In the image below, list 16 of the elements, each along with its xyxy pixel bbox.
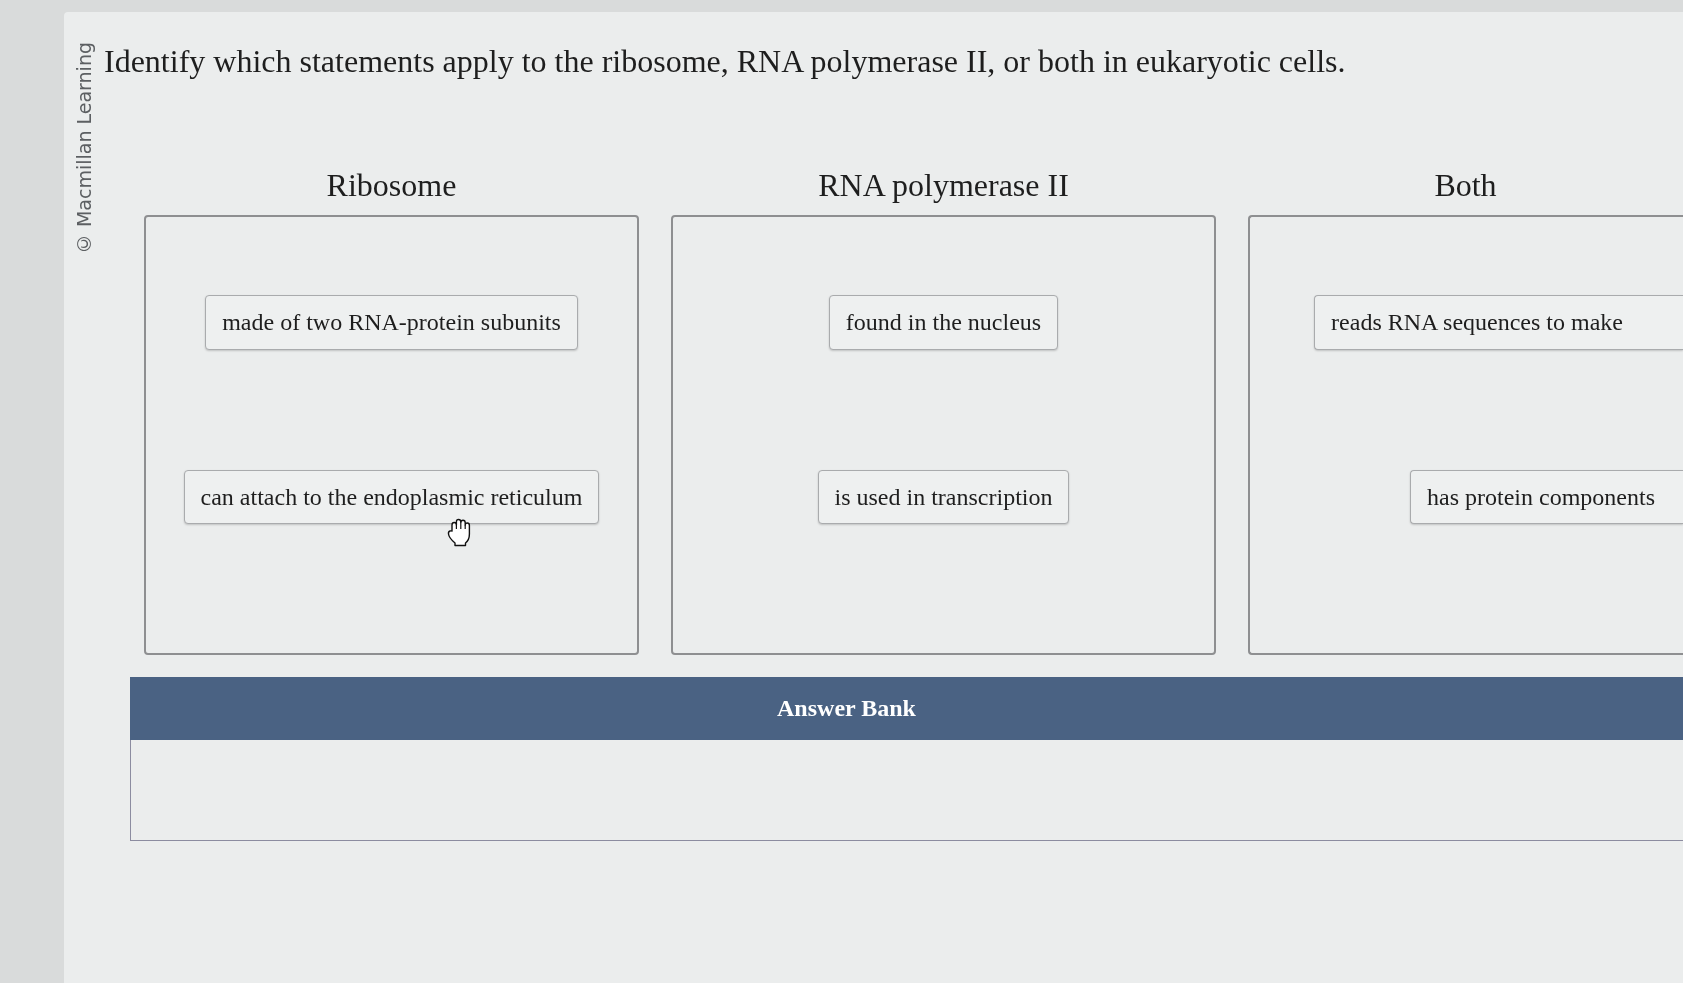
answer-bank-header: Answer Bank <box>130 676 1683 740</box>
answer-card[interactable]: made of two RNA-protein subunits <box>205 294 578 350</box>
zone-label: RNA polymerase II <box>818 166 1069 205</box>
answer-card[interactable]: can attach to the endoplasmic reticulum <box>183 469 600 525</box>
drop-zone[interactable]: found in the nucleus is used in transcription <box>671 214 1216 655</box>
drop-zone[interactable]: made of two RNA-protein subunits can attach to the endoplasmic reticulum <box>144 214 639 655</box>
question-text: Identify which statements apply to the ribosome, RNA polymerase II, or both in eukaryotic cells. <box>104 42 1347 81</box>
answer-card[interactable]: reads RNA sequences to make <box>1314 294 1683 350</box>
zone-label: Ribosome <box>326 166 457 205</box>
drop-zone[interactable]: reads RNA sequences to make has protein components <box>1248 214 1683 655</box>
answer-card[interactable]: is used in transcription <box>817 469 1070 525</box>
answer-card[interactable]: found in the nucleus <box>828 294 1059 350</box>
zone-label: Both <box>1434 166 1497 205</box>
answer-card[interactable]: has protein components <box>1410 469 1683 525</box>
answer-bank-area[interactable] <box>130 739 1683 841</box>
copyright-text: © Macmillan Learning <box>73 42 95 256</box>
